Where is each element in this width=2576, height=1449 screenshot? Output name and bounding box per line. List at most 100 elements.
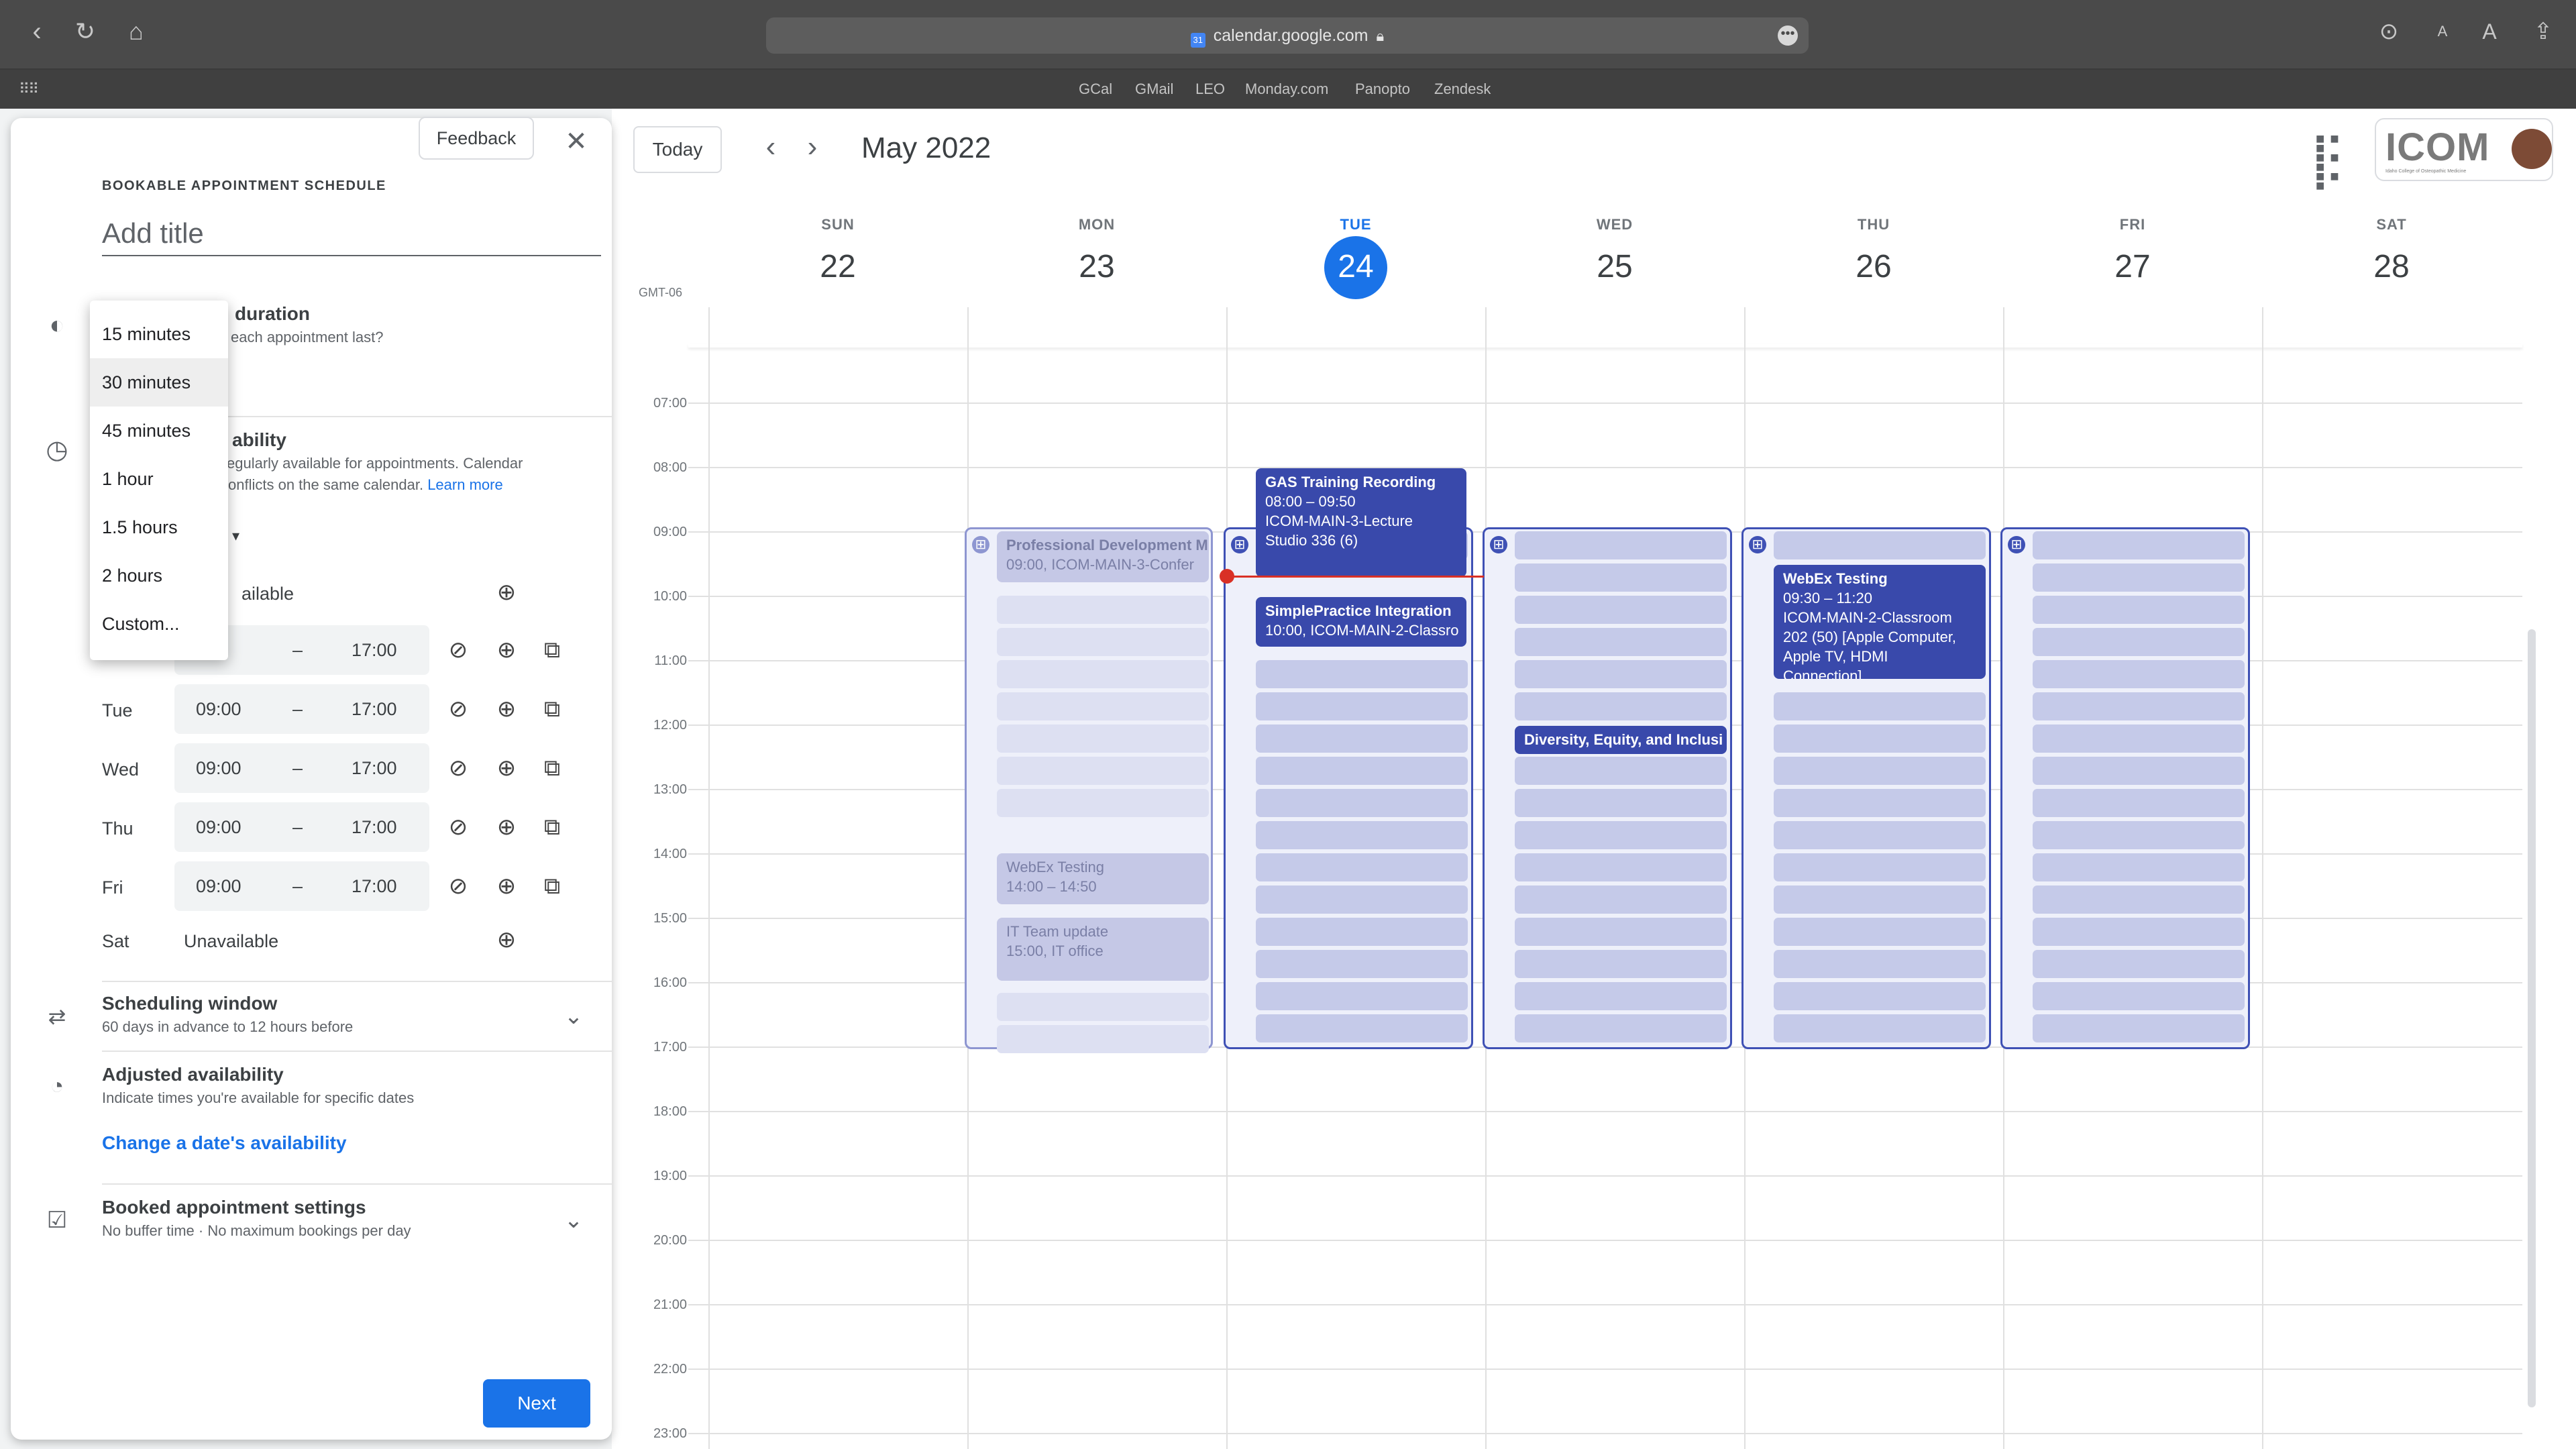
calendar-scrollbar[interactable] xyxy=(2528,629,2536,1407)
unavailable-icon[interactable]: ⊘ xyxy=(444,754,472,782)
appointment-slot[interactable] xyxy=(1515,853,1727,881)
copy-icon[interactable]: ⧉ xyxy=(538,636,566,664)
event-simplepractice[interactable]: SimplePractice Integration 10:00, ICOM-M… xyxy=(1256,597,1466,647)
appointment-slot[interactable] xyxy=(2033,757,2245,785)
today-button[interactable]: Today xyxy=(633,126,722,173)
add-time-icon[interactable]: ⊕ xyxy=(492,926,521,954)
event-professional-development[interactable]: Professional Development M 09:00, ICOM-M… xyxy=(997,531,1209,582)
appointment-slot[interactable] xyxy=(1515,757,1727,785)
add-time-icon[interactable]: ⊕ xyxy=(492,695,521,723)
day-number-mon[interactable]: 23 xyxy=(967,248,1226,285)
copy-icon[interactable]: ⧉ xyxy=(538,872,566,900)
start-time[interactable]: 09:00 xyxy=(196,684,241,734)
duration-option[interactable]: 15 minutes xyxy=(90,310,228,358)
appointment-slot[interactable] xyxy=(1256,1014,1468,1042)
appointment-slot[interactable] xyxy=(2033,692,2245,720)
time-range-field[interactable]: 09:00 – 17:00 xyxy=(174,684,429,734)
appointment-slot[interactable] xyxy=(2033,789,2245,817)
address-bar[interactable]: 31 calendar.google.com 🔒︎ ••• xyxy=(766,17,1809,54)
appointment-slot[interactable] xyxy=(1256,692,1468,720)
appointment-slot[interactable] xyxy=(1774,918,1986,946)
start-time[interactable]: 09:00 xyxy=(196,861,241,911)
appointment-slot[interactable] xyxy=(1256,885,1468,914)
add-time-icon[interactable]: ⊕ xyxy=(492,754,521,782)
dropdown-arrow-icon[interactable]: ▾ xyxy=(232,527,239,545)
appointment-slot[interactable] xyxy=(1256,982,1468,1010)
appointment-slot[interactable] xyxy=(1515,918,1727,946)
appointment-slot[interactable] xyxy=(1515,982,1727,1010)
more-options-icon[interactable]: ••• xyxy=(1778,25,1798,46)
appointment-slot[interactable] xyxy=(997,1025,1209,1053)
bookmark-panopto[interactable]: Panopto xyxy=(1355,70,1410,109)
learn-more-link[interactable]: Learn more xyxy=(427,476,503,493)
appointment-slot[interactable] xyxy=(2033,660,2245,688)
back-icon[interactable]: ‹ xyxy=(20,18,54,52)
day-number-tue[interactable]: 24 xyxy=(1226,248,1485,285)
bookmark-monday[interactable]: Monday.com xyxy=(1245,70,1328,109)
appointment-slot[interactable] xyxy=(2033,982,2245,1010)
duration-option[interactable]: 1 hour xyxy=(90,455,228,503)
copy-icon[interactable]: ⧉ xyxy=(538,695,566,723)
text-smaller-button[interactable]: A xyxy=(2426,18,2459,52)
appointment-slot[interactable] xyxy=(1774,531,1986,559)
appointment-slot[interactable] xyxy=(997,660,1209,688)
home-icon[interactable]: ⌂ xyxy=(119,18,153,52)
event-gas-training[interactable]: GAS Training Recording 08:00 – 09:50 ICO… xyxy=(1256,468,1466,577)
unavailable-icon[interactable]: ⊘ xyxy=(444,872,472,900)
next-week-icon[interactable]: › xyxy=(796,131,829,165)
appointment-slot[interactable] xyxy=(997,757,1209,785)
day-number-sat[interactable]: 28 xyxy=(2262,248,2521,285)
appointment-slot[interactable] xyxy=(1515,596,1727,624)
appointment-slot[interactable] xyxy=(1256,821,1468,849)
title-input[interactable]: Add title xyxy=(102,209,601,256)
add-time-icon[interactable]: ⊕ xyxy=(492,872,521,900)
bookmark-zendesk[interactable]: Zendesk xyxy=(1434,70,1491,109)
appointment-slot[interactable] xyxy=(1256,757,1468,785)
start-time[interactable]: 09:00 xyxy=(196,802,241,852)
appointment-slot[interactable] xyxy=(1515,950,1727,978)
duration-option[interactable]: 30 minutes xyxy=(90,358,228,407)
copy-icon[interactable]: ⧉ xyxy=(538,813,566,841)
reload-icon[interactable]: ↻ xyxy=(68,18,102,52)
google-apps-icon[interactable]: ■ ■ ■ ■ ■ ■ ■ ■ ■ xyxy=(2316,131,2345,193)
end-time[interactable]: 17:00 xyxy=(352,684,397,734)
end-time[interactable]: 17:00 xyxy=(352,802,397,852)
day-number-thu[interactable]: 26 xyxy=(1744,248,2003,285)
appointment-slot[interactable] xyxy=(1256,660,1468,688)
appointment-slot[interactable] xyxy=(1515,885,1727,914)
account-logo[interactable]: ICOM Idaho College of Osteopathic Medici… xyxy=(2375,118,2553,181)
end-time[interactable]: 17:00 xyxy=(352,625,397,675)
text-larger-button[interactable]: A xyxy=(2473,18,2506,52)
prev-week-icon[interactable]: ‹ xyxy=(754,131,788,165)
appointment-slot[interactable] xyxy=(2033,531,2245,559)
appointment-slot[interactable] xyxy=(2033,564,2245,592)
bookmark-gmail[interactable]: GMail xyxy=(1135,70,1173,109)
appointment-slot[interactable] xyxy=(1515,789,1727,817)
appointment-slot[interactable] xyxy=(1774,821,1986,849)
day-number-sun[interactable]: 22 xyxy=(708,248,967,285)
appointment-slot[interactable] xyxy=(1515,564,1727,592)
duration-option[interactable]: 1.5 hours xyxy=(90,503,228,551)
event-webex-testing-thu[interactable]: WebEx Testing 09:30 – 11:20 ICOM-MAIN-2-… xyxy=(1774,565,1986,679)
appointment-slot[interactable] xyxy=(1774,950,1986,978)
bookmark-leo[interactable]: LEO xyxy=(1195,70,1225,109)
chevron-down-icon[interactable]: ⌄ xyxy=(557,1203,590,1237)
feedback-button[interactable]: Feedback xyxy=(419,117,534,160)
apps-grid-icon[interactable]: ⠿⠿ xyxy=(19,80,39,98)
download-icon[interactable]: ⊙ xyxy=(2372,18,2406,52)
appointment-slot[interactable] xyxy=(1515,531,1727,559)
time-range-field[interactable]: 09:00 – 17:00 xyxy=(174,861,429,911)
scheduling-window-title[interactable]: Scheduling window xyxy=(102,993,277,1014)
appointment-slot[interactable] xyxy=(1256,918,1468,946)
appointment-slot[interactable] xyxy=(2033,821,2245,849)
copy-icon[interactable]: ⧉ xyxy=(538,754,566,782)
unavailable-icon[interactable]: ⊘ xyxy=(444,695,472,723)
appointment-slot[interactable] xyxy=(2033,596,2245,624)
close-icon[interactable]: ✕ xyxy=(559,125,593,158)
appointment-slot[interactable] xyxy=(1515,1014,1727,1042)
event-diversity-equity[interactable]: Diversity, Equity, and Inclusi xyxy=(1515,726,1727,754)
bookmark-gcal[interactable]: GCal xyxy=(1079,70,1112,109)
appointment-slot[interactable] xyxy=(1774,692,1986,720)
appointment-slot[interactable] xyxy=(2033,853,2245,881)
appointment-slot[interactable] xyxy=(2033,724,2245,753)
